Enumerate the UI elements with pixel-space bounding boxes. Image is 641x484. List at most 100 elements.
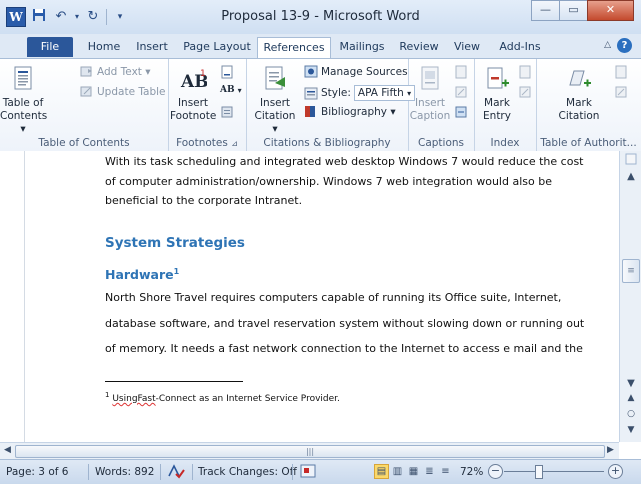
maximize-button[interactable]: ▭ <box>559 0 588 21</box>
tab-review[interactable]: Review <box>398 37 440 57</box>
style-select[interactable]: Style: APA Fifth ▾ <box>304 85 416 101</box>
footnote-separator <box>105 381 243 382</box>
close-button[interactable]: ✕ <box>587 0 634 21</box>
insert-endnote-icon[interactable] <box>220 65 234 79</box>
insert-citation-icon <box>261 65 289 93</box>
proofing-icon[interactable] <box>167 463 185 482</box>
add-text-button[interactable]: Add Text ▾ <box>80 65 151 78</box>
minimize-button[interactable]: — <box>531 0 560 21</box>
bibliography-button[interactable]: Bibliography ▾ <box>304 105 396 118</box>
tab-page-layout[interactable]: Page Layout <box>183 37 251 57</box>
word-count[interactable]: Words: 892 <box>95 466 154 478</box>
mark-citation-button[interactable]: Mark Citation <box>554 65 604 123</box>
ribbon-tabs: File Home Insert Page Layout References … <box>0 34 641 59</box>
vertical-scrollbar[interactable]: ▲ ≡ ▼ ▲ ○ ▼ <box>619 151 641 442</box>
tab-mailings[interactable]: Mailings <box>337 37 387 57</box>
toa-group-label: Table of Authorit... <box>540 137 637 149</box>
footnotes-group-label: Footnotes ⊿ <box>176 137 238 149</box>
bibliography-icon <box>304 105 318 118</box>
status-separator <box>88 464 89 480</box>
bibliography-label: Bibliography ▾ <box>321 105 396 118</box>
macro-record-icon[interactable] <box>300 464 316 481</box>
tab-add-ins[interactable]: Add-Ins <box>495 37 545 57</box>
insert-caption-label-2: Caption <box>409 110 451 122</box>
scroll-left-arrow[interactable]: ◀ <box>4 445 11 455</box>
status-separator <box>192 464 193 480</box>
web-layout-icon[interactable]: ▦ <box>406 464 421 479</box>
group-footnotes: AB 1 Insert Footnote AB ▾ Footnotes ⊿ <box>168 59 247 151</box>
scroll-down-arrow[interactable]: ▼ <box>620 378 641 389</box>
tab-insert[interactable]: Insert <box>132 37 172 57</box>
update-table-of-figures-icon[interactable] <box>454 85 468 99</box>
left-margin <box>0 151 30 442</box>
paragraph-line: database software, and travel reservatio… <box>105 317 585 330</box>
dialog-launcher-icon[interactable]: ⊿ <box>231 139 238 148</box>
manage-sources-button[interactable]: Manage Sources <box>304 65 408 78</box>
print-layout-view-icon[interactable]: ▤ <box>374 464 389 479</box>
horizontal-scroll-thumb[interactable]: ||| <box>15 445 605 458</box>
title-bar: W ↶ ▾ ↻ ▾ Proposal 13-9 - Microsoft Word… <box>0 0 641 34</box>
minimize-ribbon-icon[interactable]: △ <box>604 40 611 50</box>
mark-entry-button[interactable]: Mark Entry <box>476 65 518 123</box>
update-table-of-authorities-icon[interactable] <box>614 85 628 99</box>
update-table-button[interactable]: Update Table <box>80 85 166 98</box>
paragraph-line: beneficial to the corporate Intranet. <box>105 194 303 207</box>
paragraph-line: of computer administration/ownership. Wi… <box>105 175 552 188</box>
insert-citation-button[interactable]: Insert Citation ▾ <box>252 65 298 136</box>
manage-sources-label: Manage Sources <box>321 65 408 78</box>
mark-citation-icon <box>565 65 593 93</box>
tab-home[interactable]: Home <box>84 37 124 57</box>
footnote-number: 1 <box>105 391 110 399</box>
margin-line <box>24 151 25 442</box>
citations-group-label: Citations & Bibliography <box>263 137 391 149</box>
insert-caption-button[interactable]: Insert Caption <box>408 65 452 123</box>
help-icon[interactable]: ? <box>617 38 632 53</box>
outline-view-icon[interactable]: ≣ <box>422 464 437 479</box>
manage-sources-icon <box>304 65 318 78</box>
table-of-contents-button[interactable]: Table of Contents ▾ <box>0 65 47 136</box>
toc-group-label: Table of Contents <box>38 137 130 149</box>
style-icon <box>304 87 318 100</box>
page-count[interactable]: Page: 3 of 6 <box>6 466 68 478</box>
update-table-icon <box>80 85 94 98</box>
document-area[interactable]: With its task scheduling and integrated … <box>0 151 619 442</box>
cross-reference-icon[interactable] <box>454 105 468 119</box>
zoom-slider-thumb[interactable] <box>535 465 543 479</box>
group-table-of-contents: Table of Contents ▾ Add Text ▾ Update Ta… <box>0 59 169 151</box>
insert-footnote-button[interactable]: AB 1 Insert Footnote <box>170 65 216 123</box>
paragraph-line: of memory. It needs a fast network conne… <box>105 342 583 355</box>
ruler-toggle-icon[interactable] <box>620 153 641 168</box>
horizontal-scrollbar[interactable]: ◀ ||| ▶ <box>0 442 619 460</box>
group-captions: Insert Caption Captions <box>408 59 475 151</box>
captions-group-label: Captions <box>417 137 464 149</box>
insert-index-icon[interactable] <box>518 65 532 79</box>
next-footnote-icon[interactable]: AB ▾ <box>220 85 242 95</box>
footnote-label-1: Insert <box>177 97 209 109</box>
zoom-slider-track[interactable] <box>504 471 604 472</box>
scroll-right-arrow[interactable]: ▶ <box>607 445 614 455</box>
previous-page-icon[interactable]: ▲ <box>620 393 641 403</box>
full-screen-reading-icon[interactable]: ▥ <box>390 464 405 479</box>
paragraph-line: With its task scheduling and integrated … <box>105 155 584 168</box>
insert-table-of-authorities-icon[interactable] <box>614 65 628 79</box>
tab-references[interactable]: References <box>257 37 331 59</box>
update-index-icon[interactable] <box>518 85 532 99</box>
zoom-level[interactable]: 72% <box>460 466 483 478</box>
browse-object-icon[interactable]: ○ <box>620 409 641 419</box>
zoom-out-button[interactable]: − <box>488 464 503 479</box>
insert-table-of-figures-icon[interactable] <box>454 65 468 79</box>
next-page-icon[interactable]: ▼ <box>620 425 641 435</box>
scroll-up-arrow[interactable]: ▲ <box>620 171 641 182</box>
footnote-misspelled-word: UsingFast <box>112 394 156 404</box>
paragraph-line: North Shore Travel requires computers ca… <box>105 291 562 304</box>
tab-view[interactable]: View <box>450 37 484 57</box>
insert-caption-icon <box>416 65 444 93</box>
track-changes-status[interactable]: Track Changes: Off <box>198 466 297 478</box>
tab-file[interactable]: File <box>27 37 73 57</box>
zoom-in-button[interactable]: + <box>608 464 623 479</box>
draft-view-icon[interactable]: ≡ <box>438 464 453 479</box>
style-dropdown[interactable]: APA Fifth ▾ <box>353 85 416 101</box>
vertical-scroll-thumb[interactable]: ≡ <box>622 259 640 283</box>
mark-entry-label-1: Mark <box>484 97 510 109</box>
show-notes-icon[interactable] <box>220 105 234 119</box>
